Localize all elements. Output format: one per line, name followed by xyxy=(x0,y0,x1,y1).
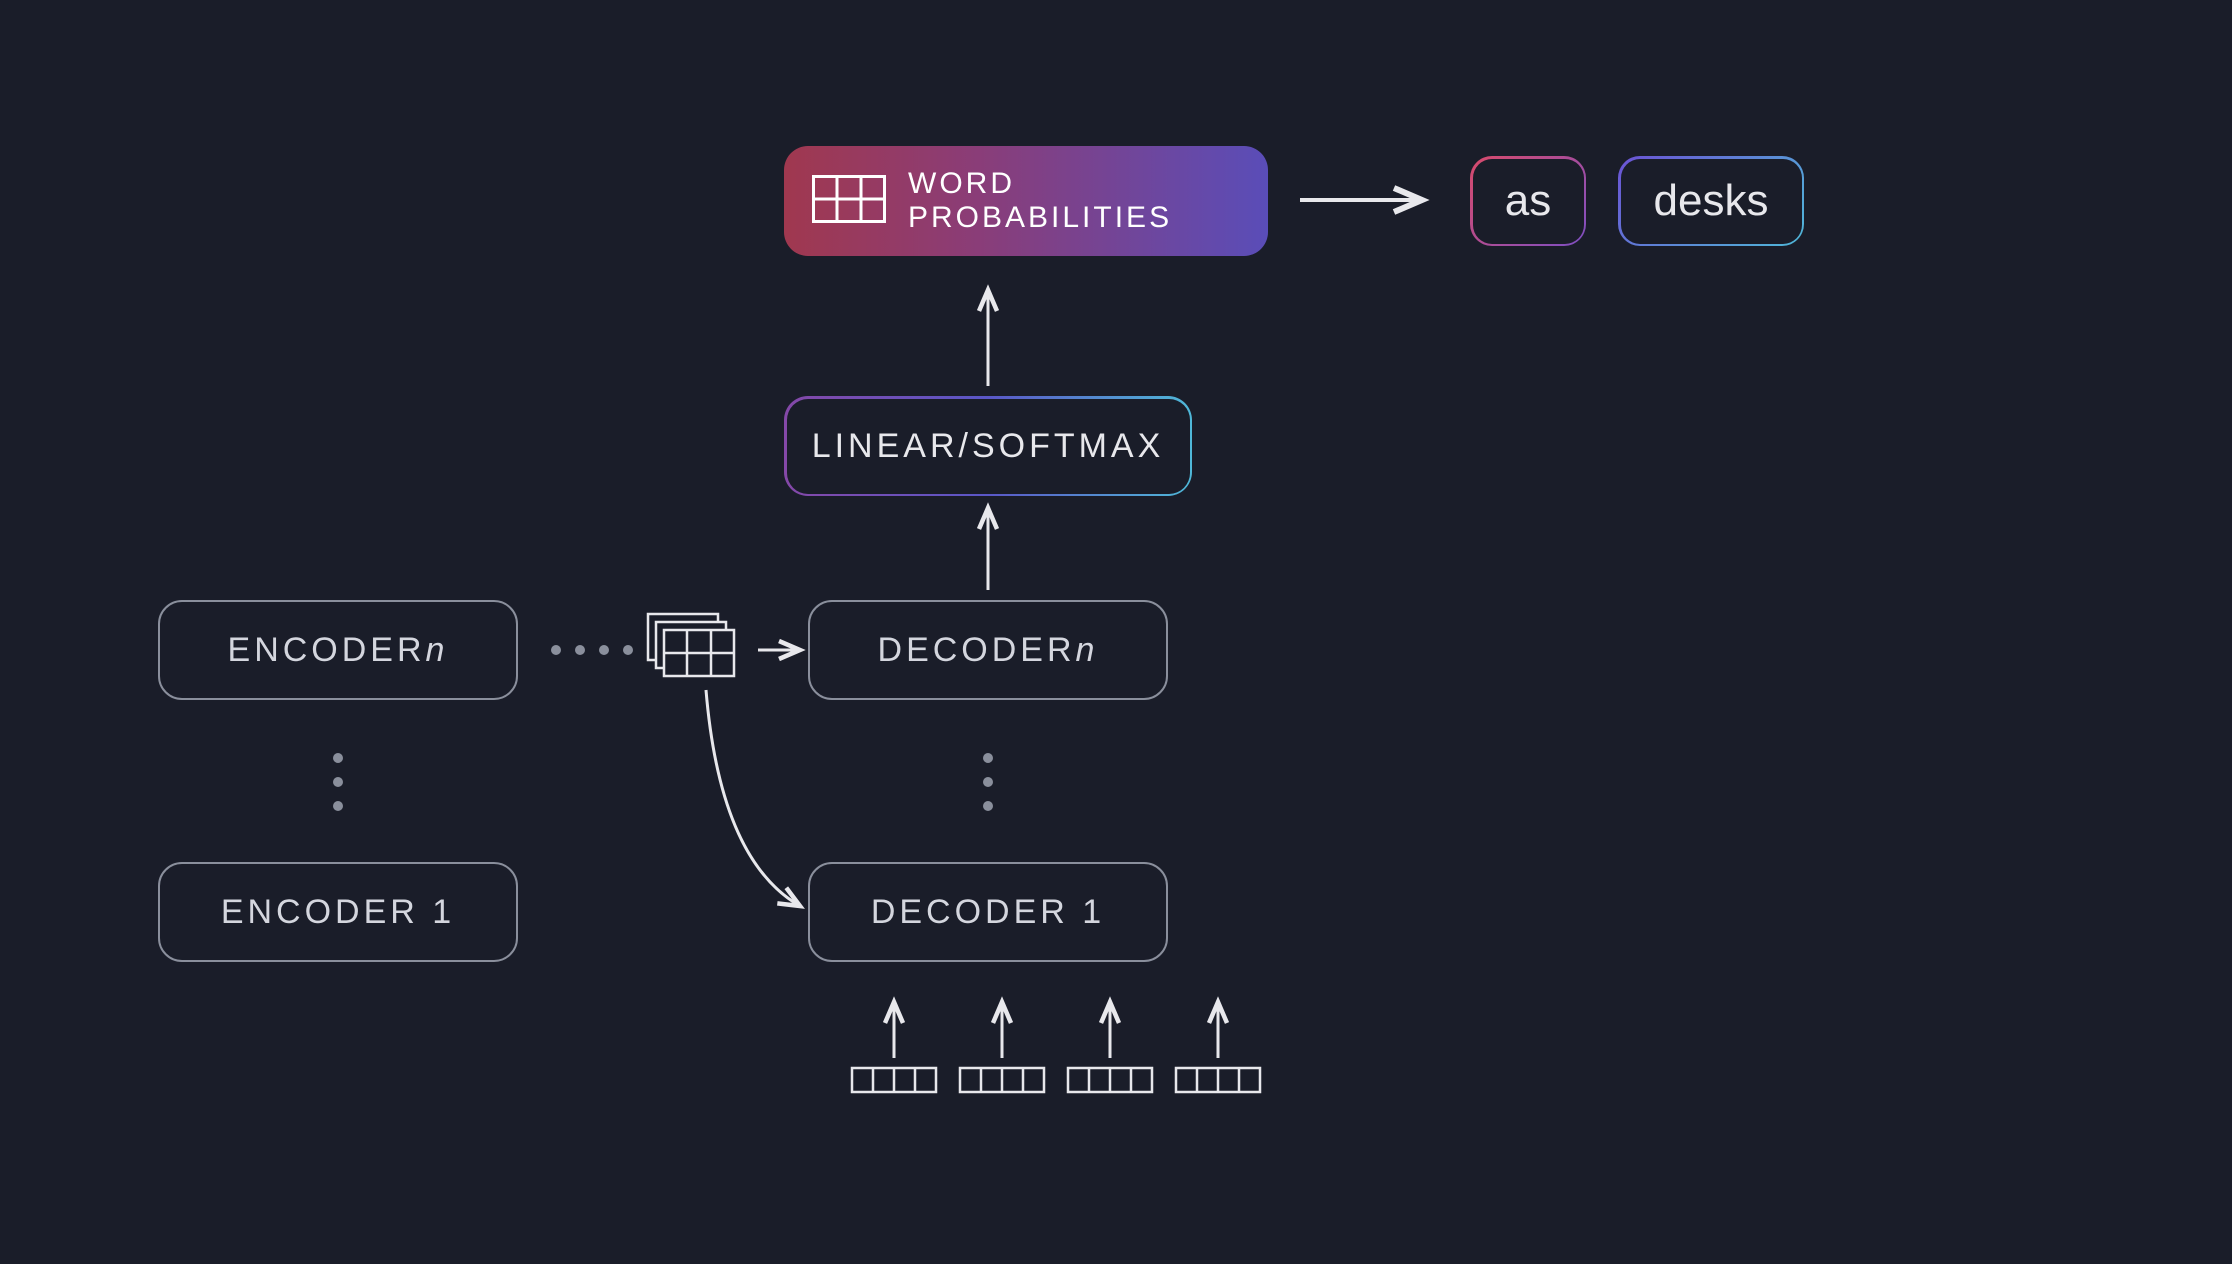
tensor-stack-icon xyxy=(648,614,734,676)
grid-icon xyxy=(812,175,886,228)
encoder-ellipsis-icon xyxy=(333,753,343,811)
output-word-desks: desks xyxy=(1618,156,1804,246)
output-word-desks-label: desks xyxy=(1654,176,1769,226)
arrow-tensor-to-decoder-1 xyxy=(706,690,800,906)
decoder-n-label-prefix: DECODER xyxy=(878,631,1076,670)
decoder-ellipsis-icon xyxy=(983,753,993,811)
decoder-n-label-suffix: n xyxy=(1076,631,1099,670)
output-word-as-label: as xyxy=(1505,176,1551,226)
encoder-1-label: ENCODER 1 xyxy=(221,893,455,932)
linear-softmax-block: LINEAR/SOFTMAX xyxy=(784,396,1192,496)
output-word-as: as xyxy=(1470,156,1586,246)
decoder-n-block: DECODER n xyxy=(808,600,1168,700)
word-prob-line2: PROBABILITIES xyxy=(908,201,1172,236)
arrows-embeddings-to-decoder xyxy=(894,1002,1218,1058)
word-probabilities-label: WORD PROBABILITIES xyxy=(908,167,1172,236)
decoder-1-label: DECODER 1 xyxy=(871,893,1105,932)
word-probabilities-block: WORD PROBABILITIES xyxy=(784,146,1268,256)
linear-softmax-label: LINEAR/SOFTMAX xyxy=(812,427,1165,466)
encoder-1-block: ENCODER 1 xyxy=(158,862,518,962)
encoder-n-label-prefix: ENCODER xyxy=(228,631,426,670)
encoder-n-block: ENCODER n xyxy=(158,600,518,700)
input-embeddings-icon xyxy=(852,1068,1260,1092)
encoder-to-tensor-ellipsis-icon xyxy=(551,645,633,655)
encoder-n-label-suffix: n xyxy=(426,631,449,670)
word-prob-line1: WORD xyxy=(908,167,1172,202)
decoder-1-block: DECODER 1 xyxy=(808,862,1168,962)
